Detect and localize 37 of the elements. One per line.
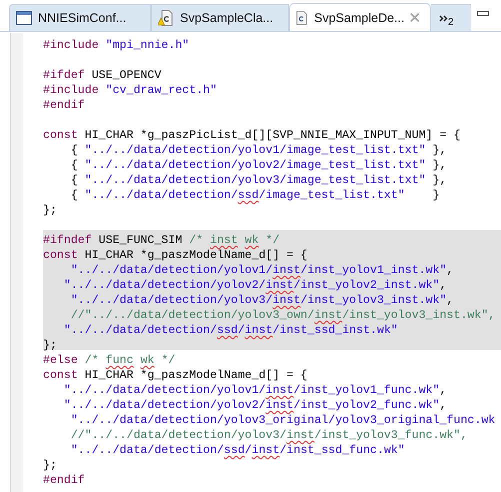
editor-tab[interactable]: SvpSampleCla... [151, 4, 289, 31]
code-line: "../../data/detection/ssd/inst/inst_ssd_func.wk" [70, 443, 405, 458]
code-line: //"../../data/detection/yolov3_own/inst/inst_yolov3_inst.wk", [70, 308, 496, 323]
code-line: #include "mpi_nnie.h" [43, 38, 190, 53]
code-line: "../../data/detection/yolov1/inst/inst_yolov1_func.wk", [62, 383, 447, 398]
code-line: "../../data/detection/yolov2/inst/inst_yolov2_func.wk", [62, 398, 447, 413]
code-line: }; [43, 338, 57, 353]
chevron-double-icon [439, 14, 448, 22]
code-line: "../../data/detection/yolov3_original/yolov3_original_func.wk [70, 413, 496, 428]
code-line: { "../../data/detection/ssd/image_test_list.txt" } [70, 188, 440, 203]
code-line: "../../data/detection/yolov3/inst/inst_yolov3_inst.wk", [70, 293, 454, 308]
code-line: { "../../data/detection/yolov1/image_test_list.txt" }, [70, 143, 447, 158]
code-line: #ifndef USE_FUNC_SIM /* inst wk */ [43, 233, 280, 248]
code-line: const HI_CHAR *g_paszModelName_d[] = { [43, 248, 308, 263]
c-file-warning-icon [158, 10, 174, 26]
code-line: #endif [43, 98, 85, 113]
code-line: #include "cv_draw_rect.h" [43, 83, 217, 98]
code-line: }; [43, 203, 57, 218]
code-line: #ifdef USE_OPENCV [43, 68, 162, 83]
code-line: "../../data/detection/ssd/inst/inst_ssd_inst.wk" [62, 323, 398, 338]
code-line: const HI_CHAR *g_paszModelName_d[] = { [43, 368, 308, 383]
editor-tab[interactable]: NNIESimConf... [9, 4, 151, 31]
more-tabs-button[interactable]: 2 [431, 4, 471, 31]
code-line: { "../../data/detection/yolov2/image_test_list.txt" }, [70, 158, 447, 173]
code-line: const HI_CHAR *g_paszPicList_d[][SVP_NNIE_MAX_INPUT_NUM] = { [43, 128, 460, 143]
code-line: //"../../data/detection/yolov3/inst/inst_yolov3_func.wk", [70, 428, 468, 443]
editor-tab[interactable]: SvpSampleDe... [289, 3, 431, 31]
code-line: }; [43, 458, 57, 473]
code-line: "../../data/detection/yolov2/inst/inst_yolov2_inst.wk", [62, 278, 447, 293]
code-line: #else /* func wk */ [43, 353, 176, 368]
code-line: #endif [43, 473, 85, 488]
c-file-icon [296, 10, 308, 26]
close-icon[interactable] [410, 12, 420, 23]
window-icon [16, 11, 32, 25]
minimize-icon[interactable] [477, 11, 489, 17]
code-line: { "../../data/detection/yolov3/image_test_list.txt" }, [70, 173, 447, 188]
code-line: "../../data/detection/yolov1/inst/inst_yolov1_inst.wk", [70, 263, 454, 278]
